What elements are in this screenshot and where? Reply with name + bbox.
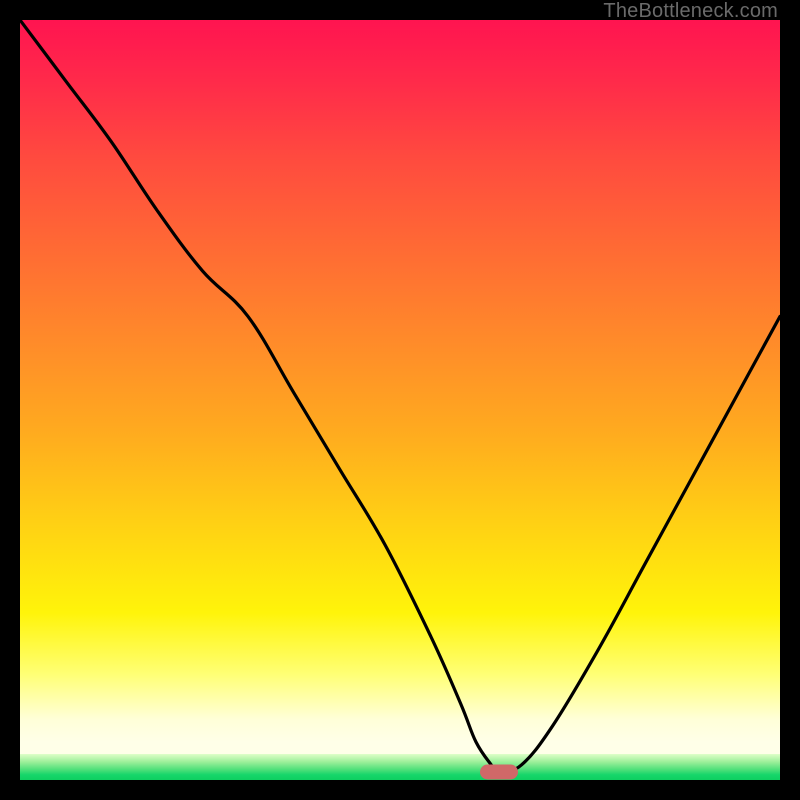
chart-frame: TheBottleneck.com	[0, 0, 800, 800]
plot-area	[20, 20, 780, 780]
bottleneck-curve	[20, 20, 780, 780]
optimal-marker	[480, 765, 518, 780]
